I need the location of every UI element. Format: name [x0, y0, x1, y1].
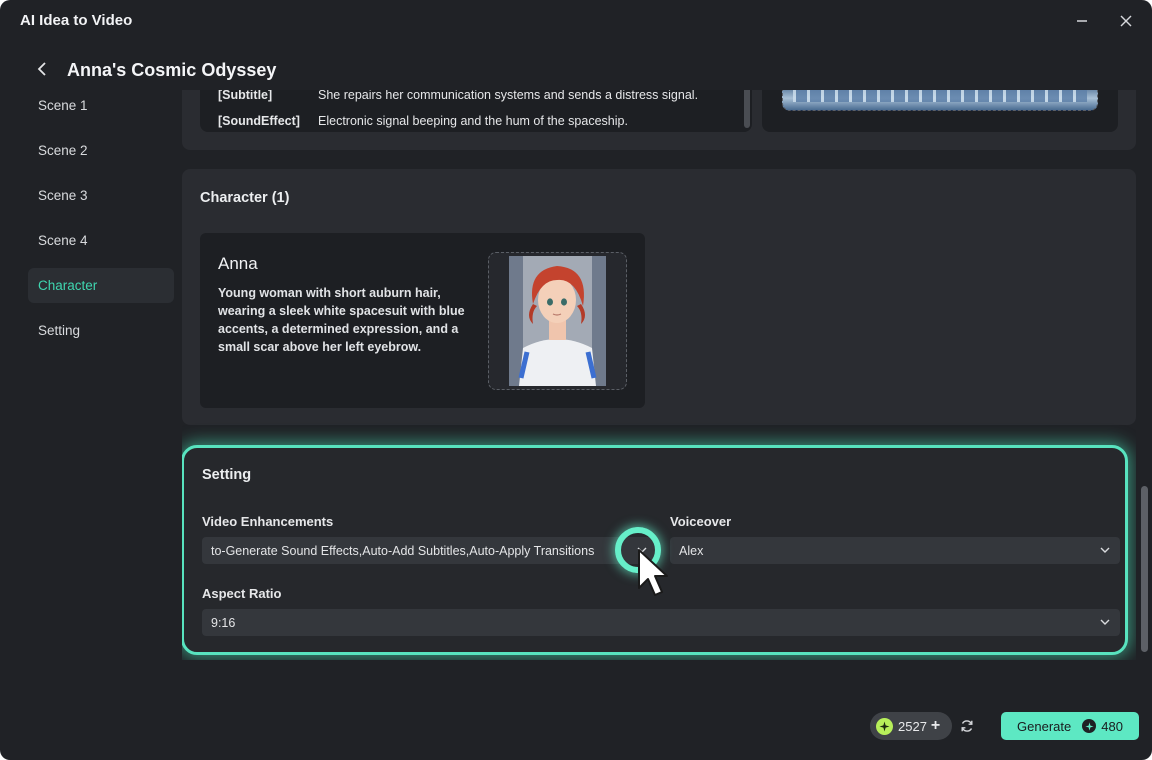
- aspect-ratio-value: 9:16: [211, 615, 236, 630]
- sidebar-item-character[interactable]: Character: [28, 268, 174, 303]
- character-name: Anna: [218, 254, 258, 273]
- scene-row-text: Electronic signal beeping and the hum of…: [318, 114, 628, 128]
- generate-cost: 480: [1101, 718, 1123, 734]
- sidebar-item-scene-4[interactable]: Scene 4: [28, 223, 174, 258]
- scene-panel: [Subtitle] She repairs her communication …: [182, 90, 1136, 150]
- close-button[interactable]: [1113, 8, 1139, 34]
- app-window: AI Idea to Video Anna's Cosmic Odyssey S…: [0, 0, 1152, 760]
- scene-row-soundeffect: [SoundEffect] Electronic signal beeping a…: [218, 114, 628, 128]
- aspect-ratio-select[interactable]: 9:16: [202, 609, 1120, 636]
- credit-coin-icon: [876, 717, 893, 735]
- character-description: Young woman with short auburn hair, wear…: [218, 286, 465, 354]
- generate-button[interactable]: Generate 480: [1001, 712, 1139, 740]
- character-section-title: Character (1): [200, 190, 290, 206]
- voiceover-label: Voiceover: [670, 514, 732, 529]
- minimize-button[interactable]: [1069, 8, 1095, 34]
- scene-row-tag: [SoundEffect]: [218, 114, 300, 128]
- character-card[interactable]: Anna Young woman with short auburn hair,…: [200, 233, 645, 408]
- sidebar: Scene 1 Scene 2 Scene 3 Scene 4 Characte…: [28, 88, 174, 358]
- video-enhancements-value: to-Generate Sound Effects,Auto-Add Subti…: [211, 543, 595, 558]
- scene-row-text: She repairs her communication systems an…: [318, 90, 699, 102]
- character-portrait-art: [509, 256, 606, 386]
- title-bar: AI Idea to Video: [0, 0, 1152, 42]
- setting-section-title: Setting: [202, 467, 252, 483]
- voiceover-value: Alex: [679, 543, 704, 558]
- sidebar-item-setting[interactable]: Setting: [28, 313, 174, 348]
- scene-image[interactable]: [782, 90, 1098, 111]
- credit-coin-icon: [1082, 719, 1097, 733]
- footer-bar: [0, 696, 1152, 760]
- refresh-button[interactable]: [957, 715, 977, 737]
- generate-button-label: Generate: [1017, 718, 1072, 734]
- scene-row-subtitle: [Subtitle] She repairs her communication …: [218, 90, 698, 102]
- close-icon: [1120, 15, 1132, 27]
- back-button[interactable]: [32, 58, 54, 80]
- sidebar-item-scene-1[interactable]: Scene 1: [28, 88, 174, 123]
- scene-script-box: [Subtitle] She repairs her communication …: [200, 90, 752, 132]
- video-enhancements-label: Video Enhancements: [202, 514, 334, 529]
- credits-badge: 2527 +: [870, 712, 952, 740]
- sidebar-item-scene-2[interactable]: Scene 2: [28, 133, 174, 168]
- scene-script-scrollbar[interactable]: [744, 90, 750, 128]
- chevron-left-icon: [37, 62, 46, 76]
- aspect-ratio-label: Aspect Ratio: [202, 586, 282, 601]
- voiceover-select[interactable]: Alex: [670, 537, 1120, 564]
- character-portrait: [509, 256, 606, 386]
- video-enhancements-select[interactable]: to-Generate Sound Effects,Auto-Add Subti…: [202, 537, 657, 564]
- mouse-pointer-icon: [638, 549, 668, 596]
- add-credits-button[interactable]: +: [931, 717, 940, 735]
- chevron-down-icon: [1098, 615, 1112, 629]
- sidebar-item-scene-3[interactable]: Scene 3: [28, 178, 174, 213]
- scene-row-tag: [Subtitle]: [218, 90, 273, 102]
- app-title: AI Idea to Video: [20, 12, 133, 29]
- minimize-icon: [1077, 20, 1087, 22]
- credits-count: 2527: [898, 718, 927, 734]
- chevron-down-icon: [1098, 543, 1112, 557]
- character-image-frame[interactable]: [488, 252, 627, 390]
- project-title: Anna's Cosmic Odyssey: [67, 60, 277, 80]
- main-scrollbar-thumb[interactable]: [1141, 486, 1148, 652]
- character-panel: Character (1) Anna Young woman with shor…: [182, 169, 1136, 425]
- refresh-icon: [961, 720, 973, 732]
- scene-image-box: [762, 90, 1118, 132]
